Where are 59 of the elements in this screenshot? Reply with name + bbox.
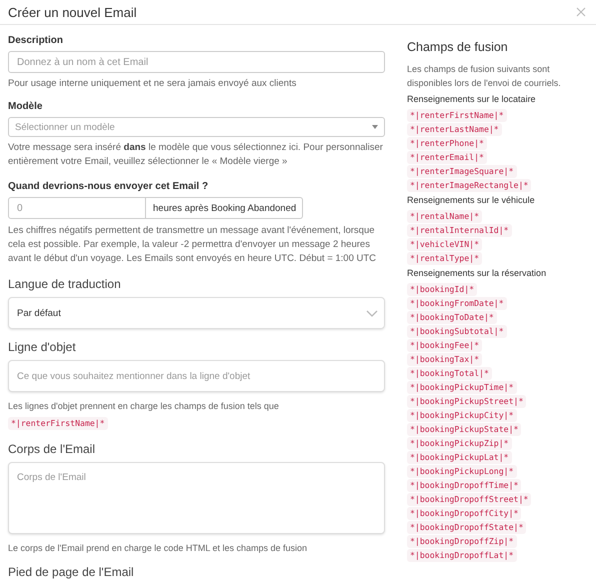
merge-field-code: *|bookingDropoffStreet|* <box>407 493 532 506</box>
chevron-down-icon <box>366 310 378 316</box>
field-label: Modèle <box>8 101 44 112</box>
hours-field[interactable]: 0 <box>8 197 146 219</box>
hours-addon: heures après Booking Abandoned <box>146 197 303 219</box>
group-heading: Renseignements sur la réservation <box>407 268 548 278</box>
merge-field-code: *|bookingDropoffCity|* <box>407 507 522 520</box>
subject-field[interactable]: Ce que vous souhaitez mentionner dans la ligne d'objet <box>8 360 385 392</box>
merge-field-code: *|bookingDropoffTime|* <box>407 479 522 492</box>
template-select[interactable]: Sélectionner un modèle <box>8 117 385 137</box>
help-text: Votre message sera inséré dans le modèle que vous sélectionnez ici. Pour personnaliser entièrement votre Email, veuillez sélectionner le « Modèle vierge » <box>8 141 384 169</box>
merge-field-code: *|renterImageRectangle|* <box>407 179 532 192</box>
help-text: Les chiffres négatifs permettent de transmettre un message avant l'événement, lorsque cela est possible. Par exemple, la valeur -2 permettra d'envoyer un message 2 heures avant le début d'un voyage. Les Emails sont envoyés en heure UTC. Début = 1:00 UTC <box>8 224 378 266</box>
merge-field-code: *|rentalName|* <box>407 210 482 223</box>
merge-field-code: *|bookingFromDate|* <box>407 297 507 310</box>
group-heading: Renseignements sur le locataire <box>407 94 537 104</box>
field-label: Description <box>8 35 64 46</box>
merge-field-code: *|vehicleVIN|* <box>407 238 482 251</box>
merge-field-code: *|bookingPickupLong|* <box>407 465 517 478</box>
panel-description: Les champs de fusion suivants sont disponibles lors de l'envoi de courriels. <box>407 63 562 90</box>
merge-field-code: *|bookingId|* <box>407 283 478 296</box>
merge-field-code: *|rentalInternalId|* <box>407 224 512 237</box>
field-label: Quand devrions-nous envoyer cet Email ? <box>8 181 210 192</box>
help-text: Les lignes d'objet prennent en charge les champs de fusion tels que <box>8 400 280 413</box>
merge-field-code: *|renterPhone|* <box>407 137 487 150</box>
field-label: Corps de l'Email <box>8 442 96 456</box>
close-icon[interactable] <box>576 7 586 17</box>
merge-field-code: *|renterLastName|* <box>407 123 502 136</box>
language-dropdown[interactable]: Par défaut <box>8 297 385 329</box>
merge-field-code: *|bookingPickupLat|* <box>407 451 512 464</box>
merge-field-code: *|renterFirstName|* <box>407 109 507 122</box>
merge-field-code: *|bookingPickupCity|* <box>407 409 517 422</box>
merge-field-code: *|bookingFee|* <box>407 339 482 352</box>
merge-field-code: *|bookingTotal|* <box>407 367 492 380</box>
merge-field-code: *|bookingPickupStreet|* <box>407 395 526 408</box>
help-text: Pour usage interne uniquement et ne sera jamais envoyé aux clients <box>8 77 298 91</box>
merge-field-code: *|bookingPickupTime|* <box>407 381 517 394</box>
merge-field-code: *|rentalType|* <box>407 252 482 265</box>
group-heading: Renseignements sur le véhicule <box>407 195 536 205</box>
merge-field-code: *|renterFirstName|* <box>8 417 108 430</box>
merge-field-code: *|renterEmail|* <box>407 151 487 164</box>
field-label: Ligne d'objet <box>8 340 77 354</box>
merge-field-code: *|renterImageSquare|* <box>407 165 517 178</box>
help-text: Le corps de l'Email prend en charge le code HTML et les champs de fusion <box>8 542 308 555</box>
description-field[interactable]: Donnez à un nom à cet Email <box>8 51 385 73</box>
merge-field-code: *|bookingSubtotal|* <box>407 325 507 338</box>
merge-field-code: *|bookingToDate|* <box>407 311 497 324</box>
merge-field-code: *|bookingDropoffLat|* <box>407 549 517 562</box>
merge-field-code: *|bookingDropoffState|* <box>407 521 526 534</box>
merge-field-code: *|bookingDropoffZip|* <box>407 535 517 548</box>
dialog-title: Créer un nouvel Email <box>8 4 137 20</box>
merge-field-code: *|bookingTax|* <box>407 353 482 366</box>
field-label: Langue de traduction <box>8 277 122 291</box>
merge-field-code: *|bookingPickupState|* <box>407 423 522 436</box>
field-label: Pied de page de l'Email <box>8 565 135 579</box>
panel-title: Champs de fusion <box>407 40 509 54</box>
merge-field-code: *|bookingPickupZip|* <box>407 437 512 450</box>
body-textarea[interactable]: Corps de l'Email <box>8 462 385 534</box>
caret-icon <box>372 125 378 129</box>
